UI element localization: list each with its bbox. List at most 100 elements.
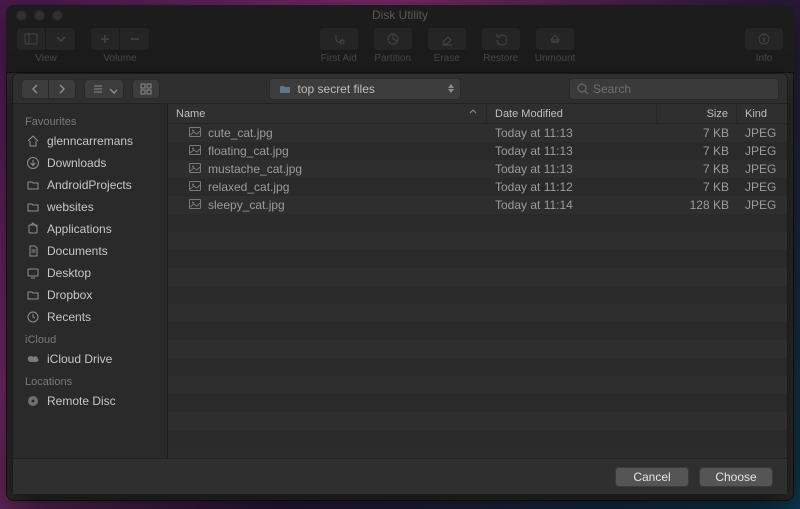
sidebar-item-label: Documents xyxy=(47,244,108,258)
sidebar-item-label: websites xyxy=(47,200,94,214)
image-icon xyxy=(188,143,202,160)
sidebar-item-label: Desktop xyxy=(47,266,91,280)
forward-button[interactable] xyxy=(49,79,76,99)
restore-label: Restore xyxy=(483,53,518,64)
view-label: View xyxy=(35,53,57,64)
file-kind: JPEG xyxy=(737,162,787,176)
home-icon xyxy=(25,133,41,149)
table-row-empty xyxy=(168,286,787,304)
remove-volume-button[interactable] xyxy=(120,27,150,51)
sidebar-item[interactable]: Applications xyxy=(19,218,167,240)
sidebar-item[interactable]: iCloud Drive xyxy=(19,348,167,370)
sidebar-section-header: Locations xyxy=(19,370,167,390)
popup-chevron-icon xyxy=(448,84,454,93)
download-icon xyxy=(25,155,41,171)
table-row[interactable]: relaxed_cat.jpg Today at 11:12 7 KB JPEG xyxy=(168,178,787,196)
erase-button[interactable] xyxy=(427,27,467,51)
table-row-empty xyxy=(168,214,787,232)
image-icon xyxy=(188,179,202,196)
open-panel: top secret files Search Favouritesglennc… xyxy=(12,73,788,495)
sidebar-item[interactable]: Remote Disc xyxy=(19,390,167,412)
file-size: 7 KB xyxy=(657,126,737,140)
disk-utility-window: Disk Utility View Volume F xyxy=(6,5,794,501)
info-button[interactable] xyxy=(744,27,784,51)
col-date[interactable]: Date Modified xyxy=(487,104,657,123)
file-name: sleepy_cat.jpg xyxy=(208,198,285,212)
table-row[interactable]: sleepy_cat.jpg Today at 11:14 128 KB JPE… xyxy=(168,196,787,214)
sidebar-section-header: iCloud xyxy=(19,328,167,348)
apps-icon xyxy=(25,221,41,237)
file-kind: JPEG xyxy=(737,126,787,140)
file-date: Today at 11:14 xyxy=(487,198,657,212)
open-panel-toolbar: top secret files Search xyxy=(13,74,787,104)
sort-indicator-icon xyxy=(468,107,478,120)
unmount-label: Unmount xyxy=(535,53,576,64)
table-row-empty xyxy=(168,376,787,394)
file-date: Today at 11:13 xyxy=(487,126,657,140)
search-input[interactable]: Search xyxy=(569,78,779,100)
table-row-empty xyxy=(168,394,787,412)
file-list: Name Date Modified Size Kind cute_cat.jp… xyxy=(168,104,787,458)
file-name: floating_cat.jpg xyxy=(208,144,289,158)
folder-icon xyxy=(25,287,41,303)
desktop-icon xyxy=(25,265,41,281)
sidebar-item[interactable]: AndroidProjects xyxy=(19,174,167,196)
table-row-empty xyxy=(168,412,787,430)
path-popup[interactable]: top secret files xyxy=(269,78,461,100)
col-name[interactable]: Name xyxy=(168,104,487,123)
table-row-empty xyxy=(168,358,787,376)
table-row[interactable]: floating_cat.jpg Today at 11:13 7 KB JPE… xyxy=(168,142,787,160)
recents-icon xyxy=(25,309,41,325)
choose-button[interactable]: Choose xyxy=(699,467,773,487)
col-kind[interactable]: Kind xyxy=(737,104,787,123)
disc-icon xyxy=(25,393,41,409)
first-aid-label: First Aid xyxy=(321,53,357,64)
cloud-icon xyxy=(25,351,41,367)
file-size: 7 KB xyxy=(657,180,737,194)
partition-label: Partition xyxy=(374,53,411,64)
view-options[interactable] xyxy=(46,27,76,51)
file-kind: JPEG xyxy=(737,180,787,194)
table-row-empty xyxy=(168,430,787,448)
folder-icon xyxy=(25,199,41,215)
partition-button[interactable] xyxy=(373,27,413,51)
erase-label: Erase xyxy=(434,53,460,64)
restore-button[interactable] xyxy=(481,27,521,51)
search-placeholder: Search xyxy=(593,82,631,96)
sidebar-section-header: Favourites xyxy=(19,110,167,130)
cancel-button[interactable]: Cancel xyxy=(615,467,689,487)
sidebar-item-label: Remote Disc xyxy=(47,394,116,408)
table-row-empty xyxy=(168,250,787,268)
sidebar-item[interactable]: Desktop xyxy=(19,262,167,284)
back-button[interactable] xyxy=(21,79,49,99)
image-icon xyxy=(188,161,202,178)
file-name: cute_cat.jpg xyxy=(208,126,273,140)
sidebar-item[interactable]: Recents xyxy=(19,306,167,328)
sidebar-item[interactable]: glenncarremans xyxy=(19,130,167,152)
path-label: top secret files xyxy=(298,82,375,96)
volume-label: Volume xyxy=(103,53,136,64)
table-row-empty xyxy=(168,340,787,358)
grid-button[interactable] xyxy=(132,79,160,99)
info-label: Info xyxy=(756,53,773,64)
image-icon xyxy=(188,125,202,142)
add-volume-button[interactable] xyxy=(90,27,120,51)
table-row[interactable]: mustache_cat.jpg Today at 11:13 7 KB JPE… xyxy=(168,160,787,178)
sidebar-item[interactable]: Downloads xyxy=(19,152,167,174)
table-row-empty xyxy=(168,322,787,340)
table-row-empty xyxy=(168,232,787,250)
unmount-button[interactable] xyxy=(535,27,575,51)
col-size[interactable]: Size xyxy=(657,104,737,123)
window-title: Disk Utility xyxy=(6,8,794,22)
file-kind: JPEG xyxy=(737,144,787,158)
view-mode-button[interactable] xyxy=(84,79,124,99)
sidebar-item[interactable]: websites xyxy=(19,196,167,218)
table-row-empty xyxy=(168,304,787,322)
sidebar-item[interactable]: Documents xyxy=(19,240,167,262)
document-icon xyxy=(25,243,41,259)
sidebar-item[interactable]: Dropbox xyxy=(19,284,167,306)
table-row[interactable]: cute_cat.jpg Today at 11:13 7 KB JPEG xyxy=(168,124,787,142)
sidebar-item-label: Dropbox xyxy=(47,288,92,302)
sidebar-toggle[interactable] xyxy=(16,27,46,51)
first-aid-button[interactable] xyxy=(319,27,359,51)
